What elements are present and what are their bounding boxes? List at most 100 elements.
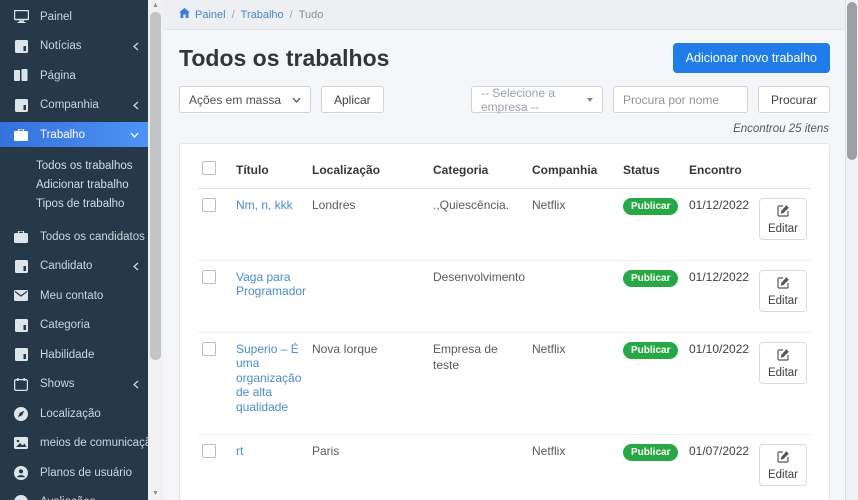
sidebar-subitem-todos-os-trabalhos[interactable]: Todos os trabalhos (0, 156, 148, 175)
column-header-categoria: Categoria (429, 146, 528, 189)
select-all-checkbox[interactable] (202, 161, 216, 175)
table-row: Superio – É uma organização de alta qual… (198, 333, 811, 435)
sidebar-item-label: Painel (40, 11, 72, 23)
sidebar-item-pagina[interactable]: Página (0, 61, 148, 91)
page-scrollbar-thumb[interactable] (847, 2, 857, 160)
row-checkbox[interactable] (202, 198, 216, 212)
sidebar-item-label: Todos os candidatos (40, 231, 145, 243)
status-badge: Publicar (623, 342, 678, 359)
envelope-icon (13, 290, 29, 301)
breadcrumb: Painel / Trabalho / Tudo (163, 0, 845, 30)
calendar-icon (13, 378, 29, 391)
search-input[interactable] (613, 86, 748, 113)
edit-button[interactable]: Editar (759, 198, 807, 240)
chevron-left-icon (133, 262, 139, 271)
sidebar-item-noticias[interactable]: Notícias (0, 32, 148, 62)
sidebar-item-avaliacoes[interactable]: Avaliações (0, 488, 148, 500)
sidebar-item-habilidade[interactable]: Habilidade (0, 340, 148, 370)
job-location: Paris (308, 434, 429, 500)
sidebar-item-label: Companhia (40, 99, 99, 111)
sidebar-item-label: Notícias (40, 40, 82, 52)
sidebar-subitem-label: Todos os trabalhos (36, 160, 133, 172)
sidebar-item-todos-os-candidatos[interactable]: Todos os candidatos (0, 222, 148, 252)
breadcrumb-label: Trabalho (241, 9, 284, 21)
column-header-titulo: Título (232, 146, 308, 189)
sidebar-item-shows[interactable]: Shows (0, 370, 148, 400)
table-row: rt Paris Netflix Publicar 01/07/2022 Edi… (198, 434, 811, 500)
job-category: Desenvolvimento (429, 261, 528, 333)
sidebar-item-planos-de-usuario[interactable]: Planos de usuário (0, 458, 148, 488)
results-count: Encontrou 25 itens (179, 123, 829, 135)
breadcrumb-label: Painel (195, 9, 226, 21)
column-header-status: Status (619, 146, 685, 189)
sidebar-item-trabalho[interactable]: Trabalho (0, 122, 148, 147)
sidebar-subitem-adicionar-trabalho[interactable]: Adicionar trabalho (0, 175, 148, 194)
breadcrumb-current: Tudo (299, 9, 324, 21)
sidebar-item-label: Categoria (40, 319, 90, 331)
edit-icon (777, 450, 790, 466)
id-card-icon (13, 348, 29, 361)
sidebar-scrollbar[interactable]: ▲ ▼ (148, 0, 163, 500)
sidebar-item-localizacao[interactable]: Localização (0, 399, 148, 429)
desktop-icon (13, 10, 29, 23)
job-date: 01/07/2022 (685, 434, 755, 500)
chevron-down-icon (292, 97, 301, 103)
sidebar-scrollbar-thumb[interactable] (150, 12, 161, 360)
sidebar-item-meu-contato[interactable]: Meu contato (0, 281, 148, 311)
job-location: Nova Iorque (308, 333, 429, 435)
jobs-table-card: Título Localização Categoria Companhia S… (179, 143, 830, 500)
job-date: 01/12/2022 (685, 261, 755, 333)
circle-icon (13, 495, 29, 500)
job-company (528, 261, 619, 333)
breadcrumb-painel-link[interactable]: Painel (179, 8, 226, 21)
sidebar-item-painel[interactable]: Painel (0, 2, 148, 32)
page-title: Todos os trabalhos (179, 45, 389, 72)
column-header-encontro: Encontro (685, 146, 755, 189)
search-button[interactable]: Procurar (758, 86, 830, 113)
image-icon (13, 437, 29, 449)
sidebar-item-meios-de-comunicacao[interactable]: meios de comunicação (0, 429, 148, 459)
job-date: 01/10/2022 (685, 333, 755, 435)
sidebar-item-label: Shows (40, 378, 75, 390)
id-card-icon (13, 260, 29, 273)
table-row: Vaga para Programador Desenvolvimento Pu… (198, 261, 811, 333)
breadcrumb-separator: / (232, 9, 235, 21)
job-title-link[interactable]: Superio – É uma organização de alta qual… (236, 342, 304, 414)
job-company: Netflix (528, 333, 619, 435)
chevron-left-icon (133, 380, 139, 389)
sidebar-item-companhia[interactable]: Companhia (0, 91, 148, 121)
scroll-down-icon[interactable]: ▼ (148, 490, 163, 498)
status-badge: Publicar (623, 198, 678, 215)
sidebar-subitem-label: Tipos de trabalho (36, 198, 124, 210)
scroll-up-icon[interactable]: ▲ (148, 2, 163, 10)
sidebar-item-label: Trabalho (40, 129, 85, 141)
job-category: Empresa de teste (429, 333, 528, 435)
add-job-button[interactable]: Adicionar novo trabalho (673, 43, 830, 73)
job-title-link[interactable]: rt (236, 444, 243, 458)
briefcase-icon (13, 231, 29, 243)
sidebar-subitem-tipos-de-trabalho[interactable]: Tipos de trabalho (0, 194, 148, 213)
chevron-down-icon (130, 132, 139, 138)
bulk-actions-select[interactable]: Ações em massa (179, 86, 311, 113)
sidebar-item-categoria[interactable]: Categoria (0, 311, 148, 341)
job-title-link[interactable]: Vaga para Programador (236, 270, 306, 299)
id-card-icon (13, 319, 29, 332)
edit-button[interactable]: Editar (759, 270, 807, 312)
job-title-link[interactable]: Nm, n, kkk (236, 198, 293, 212)
page-scrollbar[interactable] (845, 0, 858, 500)
sidebar-item-label: Habilidade (40, 349, 94, 361)
company-select[interactable]: -- Selecione a empresa -- (471, 86, 603, 113)
edit-button[interactable]: Editar (759, 342, 807, 384)
jobs-table: Título Localização Categoria Companhia S… (198, 146, 811, 500)
sidebar-item-candidato[interactable]: Candidato (0, 252, 148, 282)
row-checkbox[interactable] (202, 342, 216, 356)
row-checkbox[interactable] (202, 444, 216, 458)
sidebar-item-label: Planos de usuário (40, 467, 132, 479)
edit-button[interactable]: Editar (759, 444, 807, 486)
row-checkbox[interactable] (202, 270, 216, 284)
bulk-actions-value: Ações em massa (189, 93, 281, 107)
apply-button[interactable]: Aplicar (321, 86, 384, 113)
breadcrumb-trabalho-link[interactable]: Trabalho (241, 9, 284, 21)
filter-bar: Ações em massa Aplicar -- Selecione a em… (179, 86, 830, 113)
status-badge: Publicar (623, 270, 678, 287)
